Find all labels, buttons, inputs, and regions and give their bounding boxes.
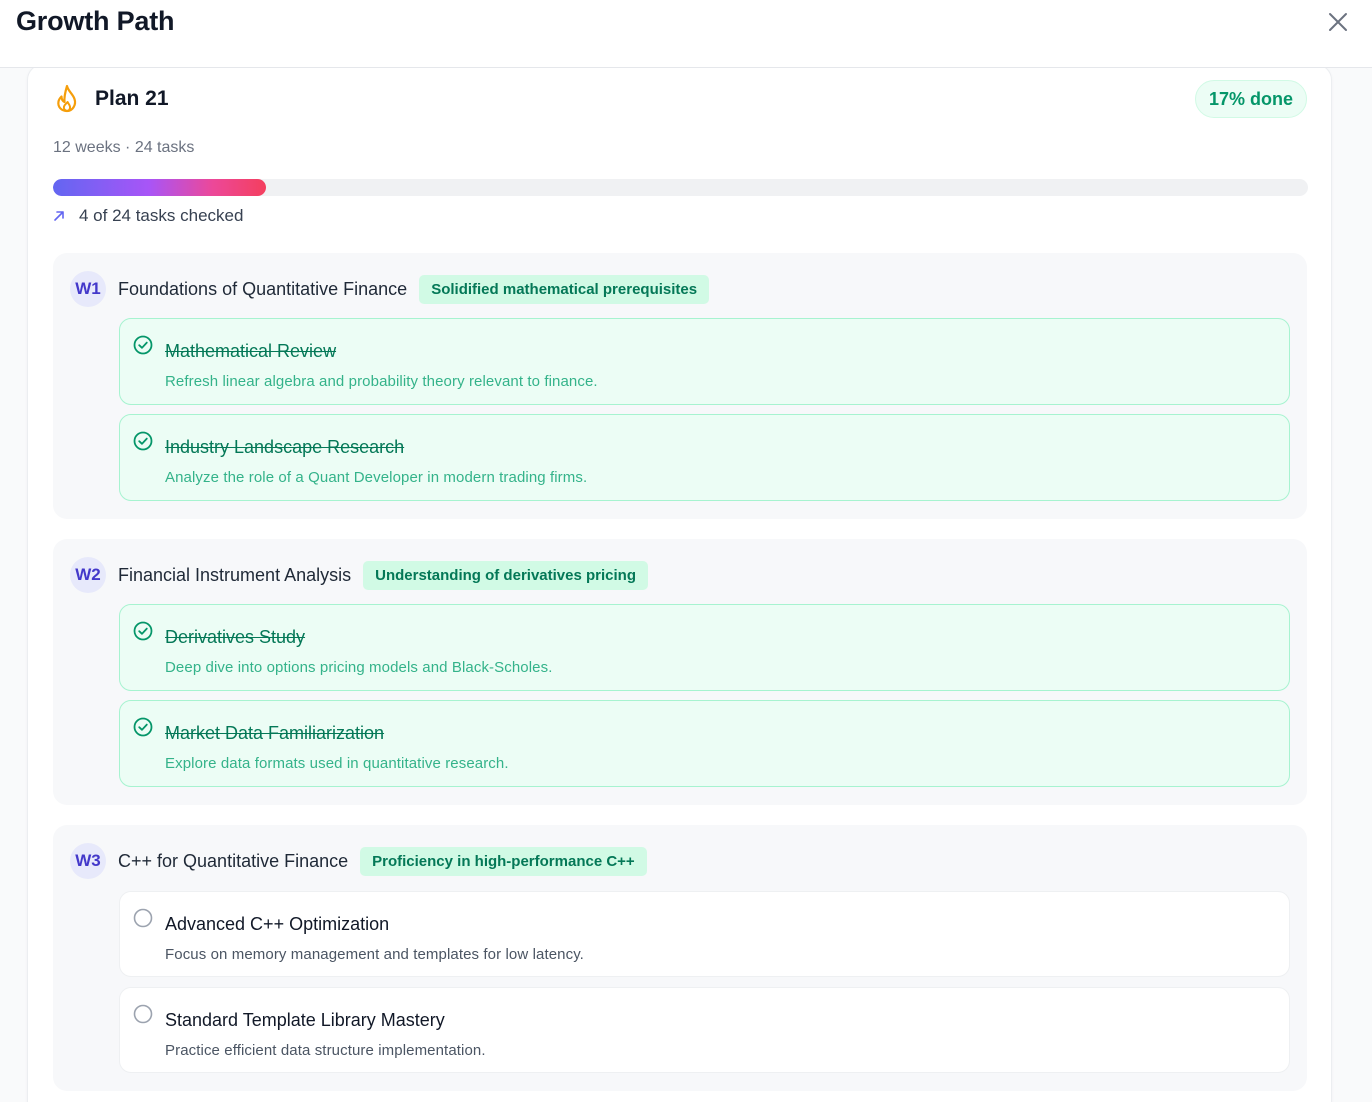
task-description: Practice efficient data structure implem… <box>165 1042 486 1059</box>
plan-meta: 12 weeks · 24 tasks <box>53 139 195 156</box>
task-item[interactable]: Standard Template Library Mastery Practi… <box>119 987 1290 1073</box>
week-header: W1 Foundations of Quantitative Finance S… <box>70 271 710 307</box>
checked-summary-text: 4 of 24 tasks checked <box>79 206 244 225</box>
dialog-body[interactable]: Plan 21 17% done 12 weeks · 24 tasks 4 o… <box>0 68 1372 1102</box>
week-section-3: W3 C++ for Quantitative Finance Proficie… <box>53 825 1307 1091</box>
task-title: Standard Template Library Mastery <box>165 1010 445 1030</box>
check-circle-icon[interactable] <box>132 620 154 642</box>
task-title: Advanced C++ Optimization <box>165 914 390 934</box>
close-button[interactable] <box>1324 8 1352 36</box>
task-description: Explore data formats used in quantitativ… <box>165 755 509 772</box>
task-description: Refresh linear algebra and probability t… <box>165 373 598 390</box>
task-title: Mathematical Review <box>165 341 337 361</box>
week-header: W2 Financial Instrument Analysis Underst… <box>70 557 648 593</box>
week-title: C++ for Quantitative Finance <box>118 850 349 871</box>
progress-bar <box>53 179 1308 196</box>
progress-bar-fill <box>53 179 267 196</box>
week-goal-badge: Proficiency in high-performance C++ <box>360 846 647 876</box>
task-item[interactable]: Advanced C++ Optimization Focus on memor… <box>119 891 1290 977</box>
close-icon <box>1329 13 1347 31</box>
empty-circle-icon[interactable] <box>132 1003 154 1025</box>
progress-percent-badge: 17% done <box>1195 80 1308 118</box>
check-circle-icon[interactable] <box>132 430 154 452</box>
week-header: W3 C++ for Quantitative Finance Proficie… <box>70 843 647 879</box>
dialog-header: Growth Path <box>0 0 1372 68</box>
task-item[interactable]: Industry Landscape Research Analyze the … <box>119 414 1290 501</box>
task-title: Derivatives Study <box>165 627 306 647</box>
week-title: Financial Instrument Analysis <box>118 564 352 585</box>
check-circle-icon[interactable] <box>132 334 154 356</box>
plan-title: Plan 21 <box>95 87 169 110</box>
week-title: Foundations of Quantitative Finance <box>118 278 408 299</box>
week-badge: W3 <box>70 843 106 879</box>
checked-summary: 4 of 24 tasks checked <box>53 205 243 227</box>
flame-icon <box>57 84 77 113</box>
arrow-up-right-icon <box>54 211 64 221</box>
week-badge: W1 <box>70 271 106 307</box>
task-title: Industry Landscape Research <box>165 437 405 457</box>
check-circle-icon[interactable] <box>132 716 154 738</box>
dialog-title: Growth Path <box>16 6 175 36</box>
task-description: Focus on memory management and templates… <box>165 946 584 963</box>
task-item[interactable]: Mathematical Review Refresh linear algeb… <box>119 318 1290 405</box>
task-title: Market Data Familiarization <box>165 723 385 743</box>
task-description: Deep dive into options pricing models an… <box>165 659 553 676</box>
week-section-1: W1 Foundations of Quantitative Finance S… <box>53 253 1307 519</box>
task-item[interactable]: Market Data Familiarization Explore data… <box>119 700 1290 787</box>
week-section-2: W2 Financial Instrument Analysis Underst… <box>53 539 1307 805</box>
week-goal-badge: Solidified mathematical prerequisites <box>419 274 710 304</box>
week-goal-badge: Understanding of derivatives pricing <box>363 560 648 590</box>
task-description: Analyze the role of a Quant Developer in… <box>165 469 588 486</box>
empty-circle-icon[interactable] <box>132 907 154 929</box>
week-badge: W2 <box>70 557 106 593</box>
plan-card: Plan 21 17% done 12 weeks · 24 tasks 4 o… <box>27 68 1332 1102</box>
task-item[interactable]: Derivatives Study Deep dive into options… <box>119 604 1290 691</box>
